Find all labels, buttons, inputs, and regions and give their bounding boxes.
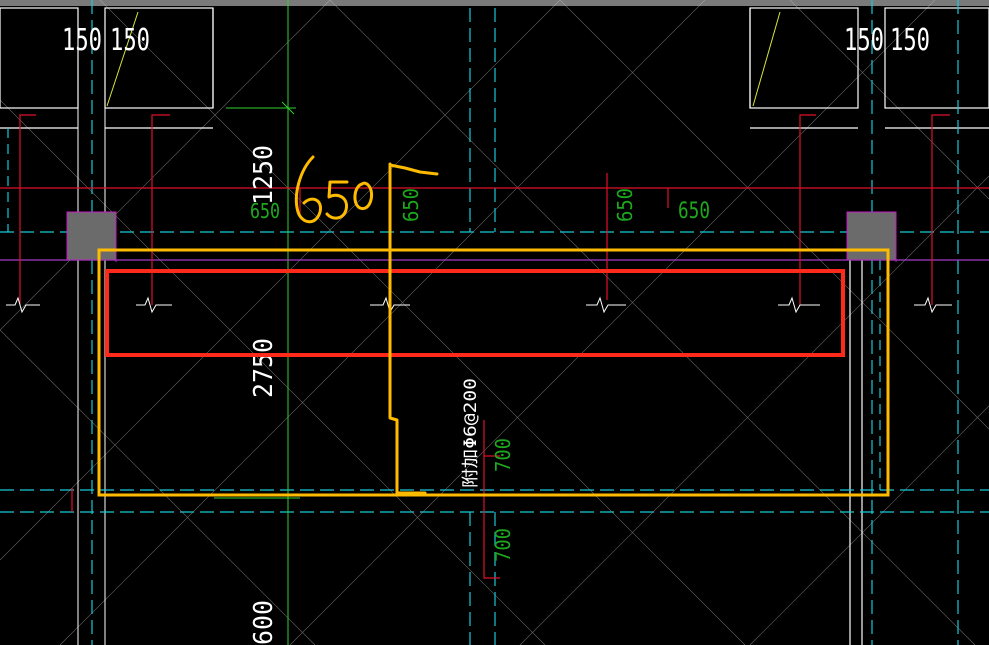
column-left[interactable] <box>66 211 117 261</box>
dim-700-lower: 700 <box>491 528 515 562</box>
dim-150-right-a: 150 <box>844 23 884 58</box>
dim-700-upper: 700 <box>491 438 515 472</box>
dim-150-left-b: 150 <box>110 23 150 58</box>
dim-150-right-b: 150 <box>890 23 930 58</box>
dim-600-bottom: 600 <box>249 600 279 645</box>
handwritten-digit-0 <box>353 181 374 211</box>
dim-2750: 2750 <box>249 338 279 398</box>
top-toolbar-strip <box>0 0 989 6</box>
handwritten-leader-top <box>388 163 439 176</box>
dim-650-left: 650 <box>250 199 280 223</box>
green-grid-line <box>214 0 300 645</box>
dim-150-left-a: 150 <box>62 23 102 58</box>
dim-650-mid: 650 <box>613 188 637 222</box>
rebar-lines <box>0 114 989 579</box>
green-dimensions: 650 650 650 650 700 700 <box>250 188 710 562</box>
break-symbols <box>6 296 952 314</box>
cad-drawing-canvas[interactable]: 150 150 150 150 1250 2750 600 附加Φ6@200 6… <box>0 0 989 645</box>
dim-650-right: 650 <box>678 199 710 224</box>
dim-650-center: 650 <box>399 188 423 222</box>
rebar-note: 附加Φ6@200 <box>461 378 481 488</box>
cad-drawing: 150 150 150 150 1250 2750 600 附加Φ6@200 6… <box>0 0 989 645</box>
dim-1250: 1250 <box>249 145 279 205</box>
